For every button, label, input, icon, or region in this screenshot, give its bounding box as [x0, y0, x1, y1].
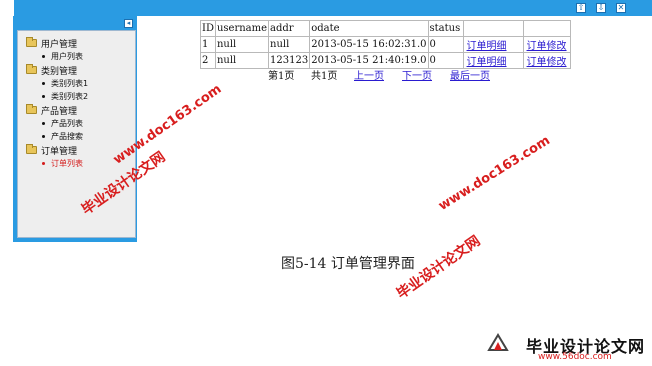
sidebar-panel: 用户管理 用户列表 类别管理 类别列表1 类别列表2 产品管理 产品列表 产品搜…: [17, 30, 136, 238]
bullet-icon: [42, 82, 45, 85]
folder-icon: [26, 144, 37, 154]
column-header: username: [214, 20, 270, 37]
table-row: 1 null null 2013-05-15 16:02:31.0 0 订单明细…: [200, 36, 571, 53]
pager-next-link[interactable]: 下一页: [402, 67, 432, 82]
order-edit-link[interactable]: 订单修改: [522, 36, 571, 53]
bullet-icon: [42, 122, 45, 125]
nav-group-categories[interactable]: 类别管理: [18, 63, 136, 77]
column-header: addr: [268, 20, 311, 37]
site-logo-icon: [487, 333, 509, 351]
top-toolbar: ⇧ ⇩ ✕: [14, 0, 652, 16]
nav-group-users[interactable]: 用户管理: [18, 36, 136, 50]
nav-item-label: 产品搜索: [51, 132, 83, 141]
nav-item-user-list[interactable]: 用户列表: [18, 50, 136, 63]
nav-item-category-list-1[interactable]: 类别列表1: [18, 77, 136, 90]
order-edit-link[interactable]: 订单修改: [522, 52, 571, 69]
nav-item-category-list-2[interactable]: 类别列表2: [18, 90, 136, 103]
bullet-icon: [42, 162, 45, 165]
table-cell: 2013-05-15 16:02:31.0: [309, 36, 429, 53]
table-cell: null: [214, 52, 270, 69]
table-cell: null: [214, 36, 270, 53]
collapse-icon[interactable]: ◂: [124, 19, 133, 28]
nav-group-label: 类别管理: [41, 66, 78, 77]
close-icon[interactable]: ✕: [616, 3, 626, 13]
sidebar: ◂ 用户管理 用户列表 类别管理 类别列表1 类别列表2 产品管理 产品列表 产…: [13, 16, 137, 242]
column-header: [522, 20, 571, 37]
nav-group-products[interactable]: 产品管理: [18, 103, 136, 117]
folder-icon: [26, 37, 37, 47]
table-row: 2 null 123123 2013-05-15 21:40:19.0 0 订单…: [200, 52, 571, 69]
column-header: ID: [200, 20, 216, 37]
folder-icon: [26, 104, 37, 114]
nav-item-label: 类别列表1: [51, 79, 89, 88]
order-detail-link[interactable]: 订单明细: [462, 36, 524, 53]
pager-last-link[interactable]: 最后一页: [450, 67, 490, 82]
up-arrow-icon[interactable]: ⇧: [576, 3, 586, 13]
table-cell: null: [268, 36, 311, 53]
pager-prev-link[interactable]: 上一页: [354, 67, 384, 82]
pager-current-page: 第1页: [268, 71, 295, 82]
bullet-icon: [42, 55, 45, 58]
folder-icon: [26, 64, 37, 74]
download-icon[interactable]: ⇩: [596, 3, 606, 13]
watermark-url: www.doc163.com: [436, 133, 553, 214]
nav-group-label: 产品管理: [41, 106, 78, 117]
nav-item-label: 订单列表: [51, 159, 83, 168]
bullet-icon: [42, 135, 45, 138]
orders-table: ID username addr odate status 1 null nul…: [200, 20, 571, 69]
table-cell: 0: [427, 36, 464, 53]
column-header: status: [427, 20, 464, 37]
table-header-row: ID username addr odate status: [200, 20, 571, 37]
bullet-icon: [42, 95, 45, 98]
nav-item-label: 类别列表2: [51, 92, 89, 101]
nav-item-product-search[interactable]: 产品搜索: [18, 130, 136, 143]
nav-item-label: 用户列表: [51, 52, 83, 61]
nav-item-product-list[interactable]: 产品列表: [18, 117, 136, 130]
pager-total-pages: 共1页: [311, 71, 338, 82]
nav-group-label: 订单管理: [41, 146, 78, 157]
column-header: odate: [309, 20, 429, 37]
nav-group-label: 用户管理: [41, 39, 78, 50]
table-cell: 2: [200, 52, 216, 69]
column-header: [462, 20, 524, 37]
footer-site-url: www.56doc.com: [538, 352, 612, 362]
table-cell: 1: [200, 36, 216, 53]
figure-caption: 图5-14 订单管理界面: [281, 256, 415, 272]
nav-item-label: 产品列表: [51, 119, 83, 128]
